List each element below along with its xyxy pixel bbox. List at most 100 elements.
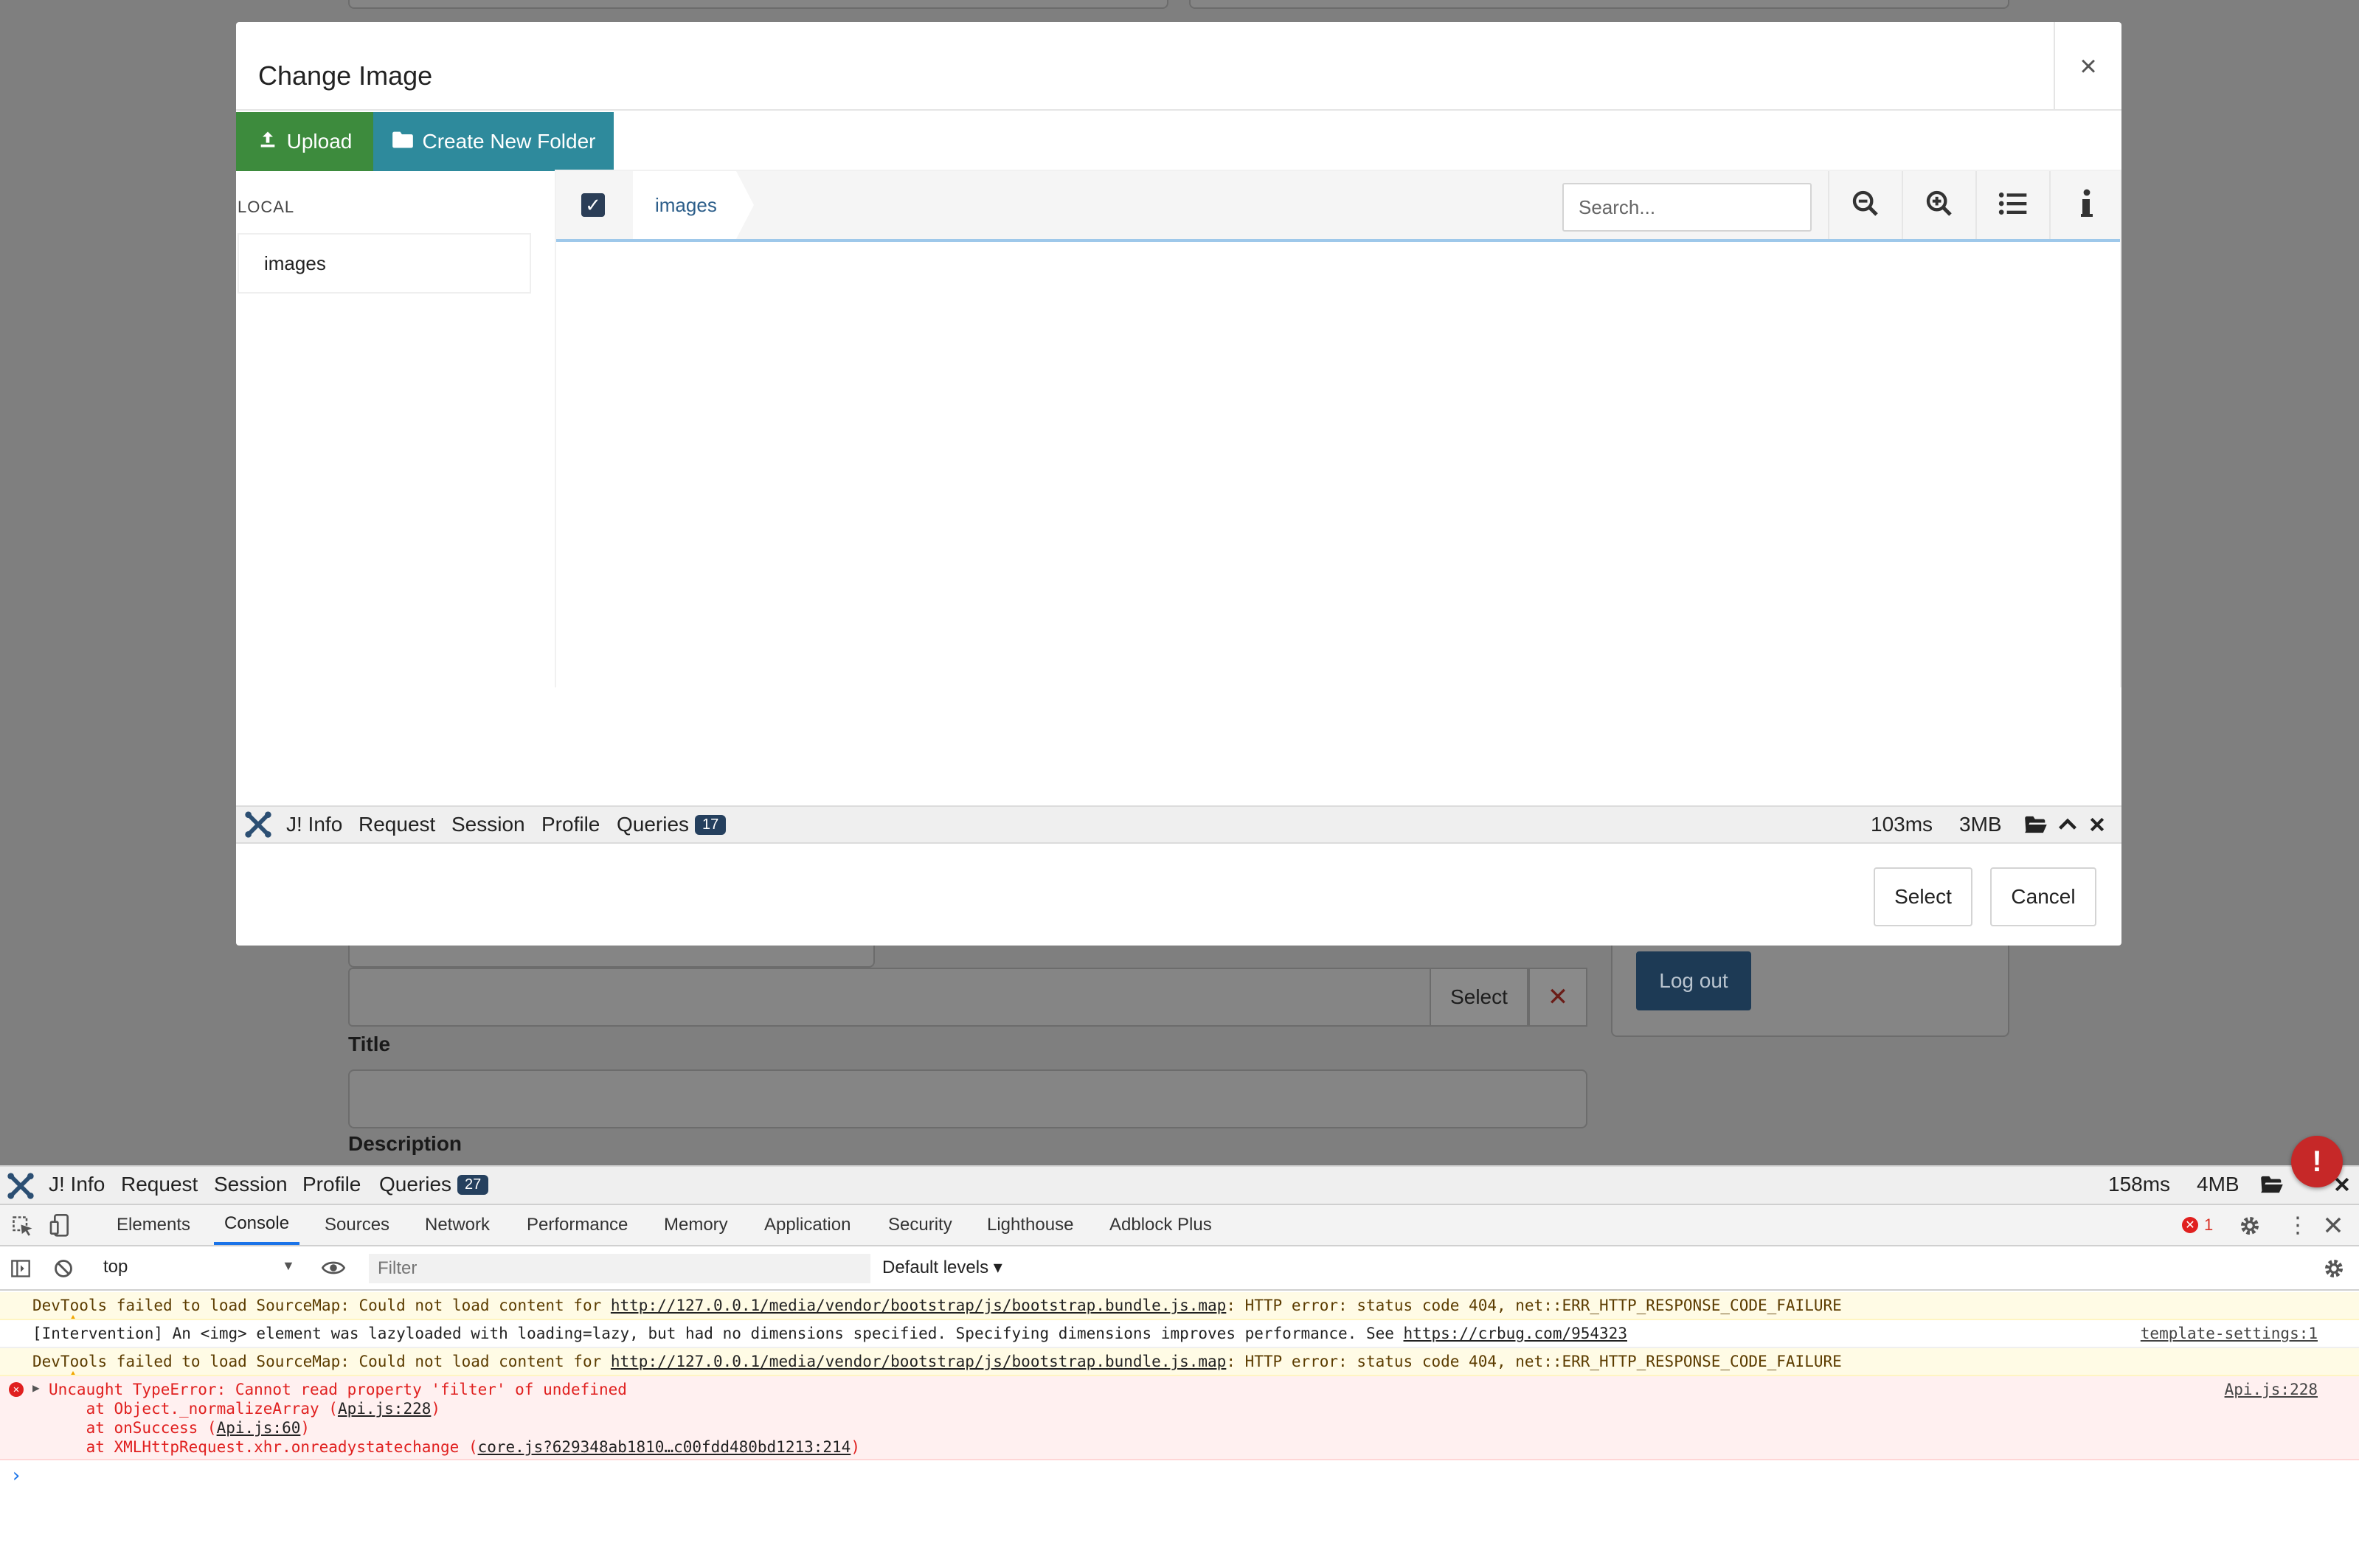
debug-info-tab[interactable]: J! Info [286, 807, 342, 842]
modal-title: Change Image [258, 60, 433, 91]
tab-lighthouse[interactable]: Lighthouse [987, 1205, 1073, 1245]
joomla-logo-icon[interactable] [243, 807, 273, 842]
stack-frame-link[interactable]: Api.js:60 [217, 1419, 301, 1437]
tab-console[interactable]: Console [214, 1205, 300, 1245]
tab-adblock-plus[interactable]: Adblock Plus [1109, 1205, 1212, 1245]
stack-frame: at Object._normalizeArray (Api.js:228) [49, 1400, 441, 1418]
crbug-link[interactable]: https://crbug.com/954323 [1404, 1325, 1627, 1342]
bg-title-input[interactable] [348, 1069, 1587, 1128]
expand-triangle-icon[interactable]: ▶ [32, 1381, 40, 1395]
sidebar-toggle-icon[interactable] [10, 1258, 31, 1283]
tab-memory[interactable]: Memory [664, 1205, 728, 1245]
debug-close-icon[interactable] [2089, 807, 2105, 842]
zoom-in-icon [1925, 189, 1954, 222]
tab-application[interactable]: Application [764, 1205, 851, 1245]
error-icon: ✕ [9, 1382, 24, 1397]
close-icon: × [2079, 49, 2097, 83]
clear-console-icon[interactable] [53, 1258, 74, 1283]
joomla-logo-icon[interactable] [6, 1168, 35, 1204]
bg-select-button[interactable]: Select [1430, 968, 1528, 1027]
message-source-link[interactable]: template-settings:1 [2141, 1325, 2318, 1342]
context-selector[interactable]: top [103, 1257, 128, 1277]
tab-performance[interactable]: Performance [527, 1205, 628, 1245]
page-debug-profile-tab[interactable]: Profile [302, 1167, 361, 1202]
console-message-text: DevTools failed to load SourceMap: Could… [32, 1353, 1842, 1370]
page-debug-time: 158ms [2108, 1173, 2171, 1196]
error-alert-badge[interactable]: ! [2291, 1136, 2343, 1187]
console-message-text: [Intervention] An <img> element was lazy… [32, 1325, 1627, 1342]
sourcemap-link[interactable]: http://127.0.0.1/media/vendor/bootstrap/… [611, 1353, 1226, 1370]
upload-icon [257, 129, 278, 155]
modal-cancel-button[interactable]: Cancel [1990, 867, 2096, 926]
breadcrumb-images[interactable]: images [633, 171, 754, 239]
page-debug-request-tab[interactable]: Request [121, 1167, 198, 1202]
info-button[interactable] [2049, 171, 2121, 239]
inspect-element-icon[interactable] [12, 1215, 34, 1241]
page-debug-session-tab[interactable]: Session [214, 1167, 288, 1202]
open-folder-icon[interactable] [2260, 1167, 2284, 1202]
console-filter-input[interactable] [369, 1254, 870, 1283]
bg-image-field[interactable] [348, 968, 1587, 1027]
debug-session-tab[interactable]: Session [451, 807, 525, 842]
console-info-row: [Intervention] An <img> element was lazy… [0, 1320, 2359, 1348]
debug-memory: 3MB [1959, 813, 2002, 836]
error-count: 1 [2204, 1215, 2214, 1234]
upload-label: Upload [286, 130, 353, 153]
page-debug-memory: 4MB [2197, 1173, 2240, 1196]
debug-profile-tab[interactable]: Profile [541, 807, 600, 842]
more-options-icon[interactable]: ⋮ [2287, 1213, 2309, 1238]
zoom-out-button[interactable] [1828, 171, 1902, 239]
settings-gear-icon[interactable] [2238, 1214, 2262, 1241]
search-input[interactable] [1562, 183, 1812, 232]
list-icon [1998, 191, 2028, 220]
error-source-link[interactable]: Api.js:228 [2225, 1381, 2318, 1398]
context-dropdown-icon[interactable]: ▼ [282, 1258, 295, 1274]
page-debug-info-tab[interactable]: J! Info [49, 1167, 105, 1202]
page-debug-queries-tab[interactable]: Queries 27 [379, 1167, 489, 1202]
stack-frame: at onSuccess (Api.js:60) [49, 1419, 311, 1437]
folder-icon [392, 130, 414, 154]
tab-sources[interactable]: Sources [325, 1205, 389, 1245]
tab-security[interactable]: Security [888, 1205, 952, 1245]
tab-network[interactable]: Network [425, 1205, 490, 1245]
select-all-checkbox[interactable]: ✓ [556, 171, 630, 239]
live-expression-eye-icon[interactable] [321, 1260, 346, 1280]
console-error-row: ✕ ▶ Uncaught TypeError: Cannot read prop… [0, 1376, 2359, 1460]
sourcemap-link[interactable]: http://127.0.0.1/media/vendor/bootstrap/… [611, 1297, 1226, 1314]
tab-elements[interactable]: Elements [117, 1205, 190, 1245]
tree-item-images[interactable]: images [238, 233, 531, 294]
console-prompt: › [10, 1465, 22, 1487]
page-debug-bar: J! Info Request Session Profile Queries … [0, 1165, 2359, 1204]
open-folder-icon[interactable] [2024, 807, 2048, 842]
console-warning-row: DevTools failed to load SourceMap: Could… [0, 1292, 2359, 1320]
change-image-modal: Change Image × Upload Create New Folder … [236, 22, 2121, 946]
error-counter[interactable]: ✕ 1 [2182, 1205, 2213, 1245]
modal-header: Change Image × [236, 22, 2121, 111]
stack-frame-link[interactable]: Api.js:228 [338, 1400, 431, 1418]
list-view-button[interactable] [1975, 171, 2049, 239]
create-folder-button[interactable]: Create New Folder [373, 112, 614, 171]
zoom-in-button[interactable] [1902, 171, 1975, 239]
media-items-area[interactable] [556, 242, 2120, 687]
device-toolbar-icon[interactable] [49, 1214, 71, 1241]
upload-button[interactable]: Upload [236, 112, 373, 171]
queries-label: Queries [617, 813, 690, 836]
debug-time: 103ms [1871, 813, 1933, 836]
modal-close-button[interactable]: × [2054, 22, 2121, 111]
console-prompt-row[interactable]: › [0, 1462, 2359, 1491]
media-browser: ✓ images [555, 170, 2121, 687]
local-disk-label: LOCAL [238, 198, 295, 216]
debug-request-tab[interactable]: Request [358, 807, 435, 842]
debug-queries-tab[interactable]: Queries 17 [617, 807, 727, 842]
browser-toolbar: ✓ images [556, 171, 2120, 242]
bg-clear-button[interactable]: ✕ [1528, 968, 1587, 1027]
console-settings-gear-icon[interactable] [2322, 1257, 2346, 1284]
log-levels-dropdown[interactable]: Default levels ▾ [882, 1257, 1002, 1278]
stack-frame-link[interactable]: core.js?629348ab1810…c00fdd480bd1213:214 [478, 1438, 851, 1456]
devtools-close-icon[interactable] [2324, 1215, 2343, 1238]
chevron-up-icon[interactable] [2058, 807, 2077, 842]
console-toolbar: top ▼ Default levels ▾ [0, 1246, 2359, 1291]
bg-logout-button[interactable]: Log out [1636, 951, 1751, 1010]
modal-select-button[interactable]: Select [1874, 867, 1972, 926]
console-message-text: DevTools failed to load SourceMap: Could… [32, 1297, 1842, 1314]
